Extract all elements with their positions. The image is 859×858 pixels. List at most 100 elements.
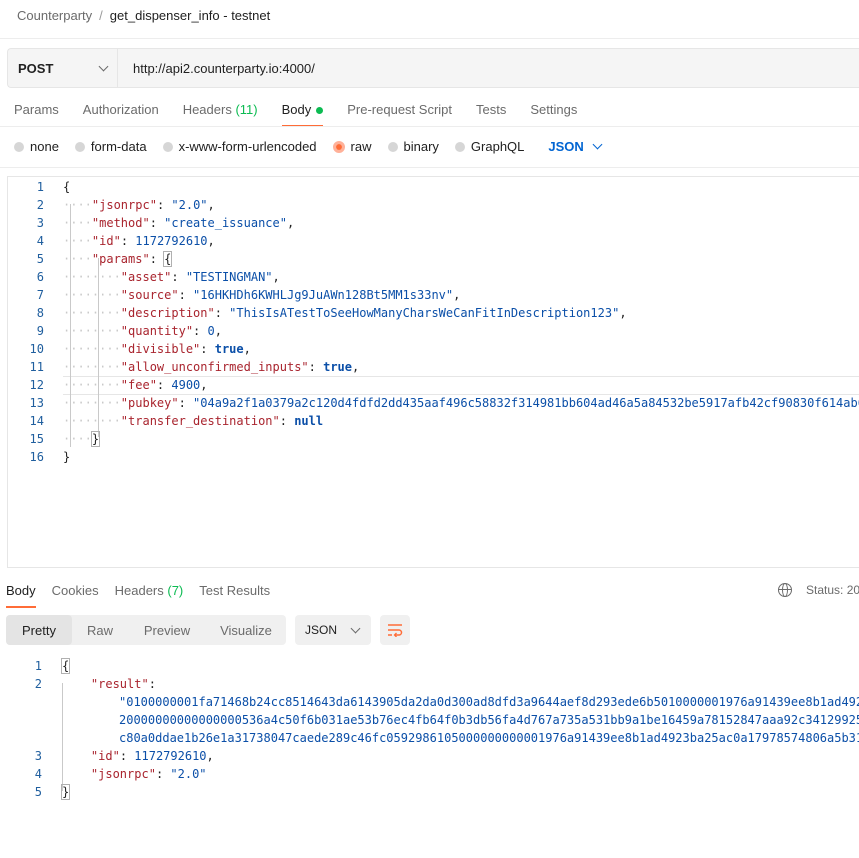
tab-pre-request-script[interactable]: Pre-request Script <box>347 102 452 127</box>
radio-circle <box>14 141 24 152</box>
line-number: 5 <box>36 252 44 266</box>
url-input[interactable]: http://api2.counterparty.io:4000/ <box>118 61 315 76</box>
tab-settings[interactable]: Settings <box>530 102 577 127</box>
raw-button[interactable]: Raw <box>72 615 128 645</box>
radio-label: GraphQL <box>470 139 525 154</box>
radio-graphql[interactable]: GraphQL <box>454 139 525 154</box>
json-value: 1172792610 <box>134 749 207 763</box>
divider <box>0 126 859 127</box>
wrap-lines-button[interactable] <box>380 615 410 645</box>
line-number: 11 <box>29 360 44 374</box>
radio-binary[interactable]: binary <box>387 139 439 154</box>
response-format-dropdown[interactable]: JSON <box>295 615 371 645</box>
tab-label: Cookies <box>51 583 99 598</box>
line-number: 12 <box>29 378 44 392</box>
breadcrumb-collection[interactable]: Counterparty <box>17 8 92 23</box>
request-title[interactable]: get_dispenser_info - testnet <box>110 8 270 23</box>
json-value: true <box>323 360 352 374</box>
status-text: Status: 20 <box>806 583 859 597</box>
request-body-editor[interactable]: 1{ 2 ····"jsonrpc": "2.0", 3 ····"method":… <box>7 176 859 568</box>
json-value: 4900 <box>171 378 201 392</box>
format-label: JSON <box>548 139 584 154</box>
body-type-selector: none form-data x-www-form-urlencoded raw… <box>14 139 603 154</box>
tab-label: Body <box>281 102 312 117</box>
json-value: "TESTINGMAN" <box>185 270 273 284</box>
pretty-button[interactable]: Pretty <box>6 615 72 645</box>
json-value: "0100000001fa71468b24cc8514643da6143905d… <box>119 695 859 709</box>
line-number: 16 <box>29 450 44 464</box>
json-value: "2.0" <box>171 198 208 212</box>
tab-response-body[interactable]: Body <box>6 583 36 608</box>
json-value: c80a0ddae1b26e1a31738047caede289c46fc059… <box>119 731 859 745</box>
tab-test-results[interactable]: Test Results <box>199 583 270 608</box>
radio-label: raw <box>350 139 372 154</box>
radio-label: none <box>30 139 59 154</box>
chevron-down-icon <box>98 61 109 71</box>
json-value: 1172792610 <box>135 234 208 248</box>
line-number: 4 <box>36 234 44 248</box>
tab-cookies[interactable]: Cookies <box>52 583 99 608</box>
radio-circle <box>332 140 345 153</box>
line-number: 2 <box>36 198 44 212</box>
body-format-dropdown[interactable]: JSON <box>548 139 603 154</box>
view-mode-toolbar: Pretty Raw Preview Visualize <box>6 615 286 645</box>
line-number: 1 <box>34 659 42 673</box>
line-number: 7 <box>36 288 44 302</box>
json-value: "16HKHDh6KWHLJg9JuAWn128Bt5MM1s33nv" <box>193 288 454 302</box>
url-bar: POST http://api2.counterparty.io:4000/ <box>7 48 859 88</box>
line-number: 3 <box>36 216 44 230</box>
radio-circle <box>454 141 465 152</box>
tab-params[interactable]: Params <box>14 102 59 127</box>
line-number: 8 <box>36 306 44 320</box>
preview-button[interactable]: Preview <box>128 615 206 645</box>
tab-label: Tests <box>476 102 507 117</box>
json-value: "2.0" <box>170 767 207 781</box>
line-number: 4 <box>34 767 42 781</box>
tab-headers[interactable]: Headers (11) <box>183 102 258 127</box>
globe-icon[interactable] <box>778 583 792 597</box>
tab-label: Settings <box>530 102 578 117</box>
line-number: 15 <box>29 432 44 446</box>
json-value: "04a9a2f1a0379a2c120d4fdfd2dd435aaf496c5… <box>193 396 859 410</box>
radio-raw[interactable]: raw <box>332 139 372 154</box>
radio-form-data[interactable]: form-data <box>74 139 147 154</box>
headers-count: (11) <box>235 102 258 117</box>
tab-body[interactable]: Body <box>281 102 324 127</box>
tab-label: Test Results <box>199 583 271 598</box>
line-number: 9 <box>36 324 44 338</box>
json-value: 0 <box>207 324 215 338</box>
format-label: JSON <box>305 623 338 637</box>
json-value: "create_issuance" <box>164 216 287 230</box>
json-value: null <box>294 414 324 428</box>
tab-response-headers[interactable]: Headers (7) <box>115 583 184 608</box>
radio-none[interactable]: none <box>14 139 59 154</box>
headers-count: (7) <box>167 583 184 598</box>
tab-authorization[interactable]: Authorization <box>83 102 159 127</box>
wrap-lines-icon <box>388 624 403 637</box>
json-value: "ThisIsATestToSeeHowManyCharsWeCanFitInD… <box>229 306 620 320</box>
response-body-viewer[interactable]: 1{ 2 "result": "0100000001fa71468b24cc85… <box>0 656 859 816</box>
tab-tests[interactable]: Tests <box>476 102 506 127</box>
response-tabs: Body Cookies Headers (7) Test Results <box>6 583 286 608</box>
radio-x-www-form-urlencoded[interactable]: x-www-form-urlencoded <box>162 139 317 154</box>
breadcrumb: Counterparty / get_dispenser_info - test… <box>17 6 270 24</box>
tab-label: Pre-request Script <box>347 102 453 117</box>
tab-label: Body <box>6 583 36 598</box>
line-number: 13 <box>29 396 44 410</box>
visualize-button[interactable]: Visualize <box>206 615 286 645</box>
line-number: 5 <box>34 785 42 799</box>
radio-circle <box>162 141 173 152</box>
radio-label: form-data <box>90 139 147 154</box>
line-number: 10 <box>29 342 44 356</box>
breadcrumb-separator: / <box>99 7 103 23</box>
body-modified-dot <box>316 107 324 115</box>
radio-label: x-www-form-urlencoded <box>178 139 317 154</box>
chevron-down-icon <box>592 139 603 150</box>
radio-circle <box>74 141 85 152</box>
divider <box>0 167 859 168</box>
method-select[interactable]: POST <box>8 49 118 87</box>
radio-circle <box>387 141 398 152</box>
line-number: 3 <box>34 749 42 763</box>
tab-label: Authorization <box>82 102 159 117</box>
json-value: true <box>214 342 244 356</box>
